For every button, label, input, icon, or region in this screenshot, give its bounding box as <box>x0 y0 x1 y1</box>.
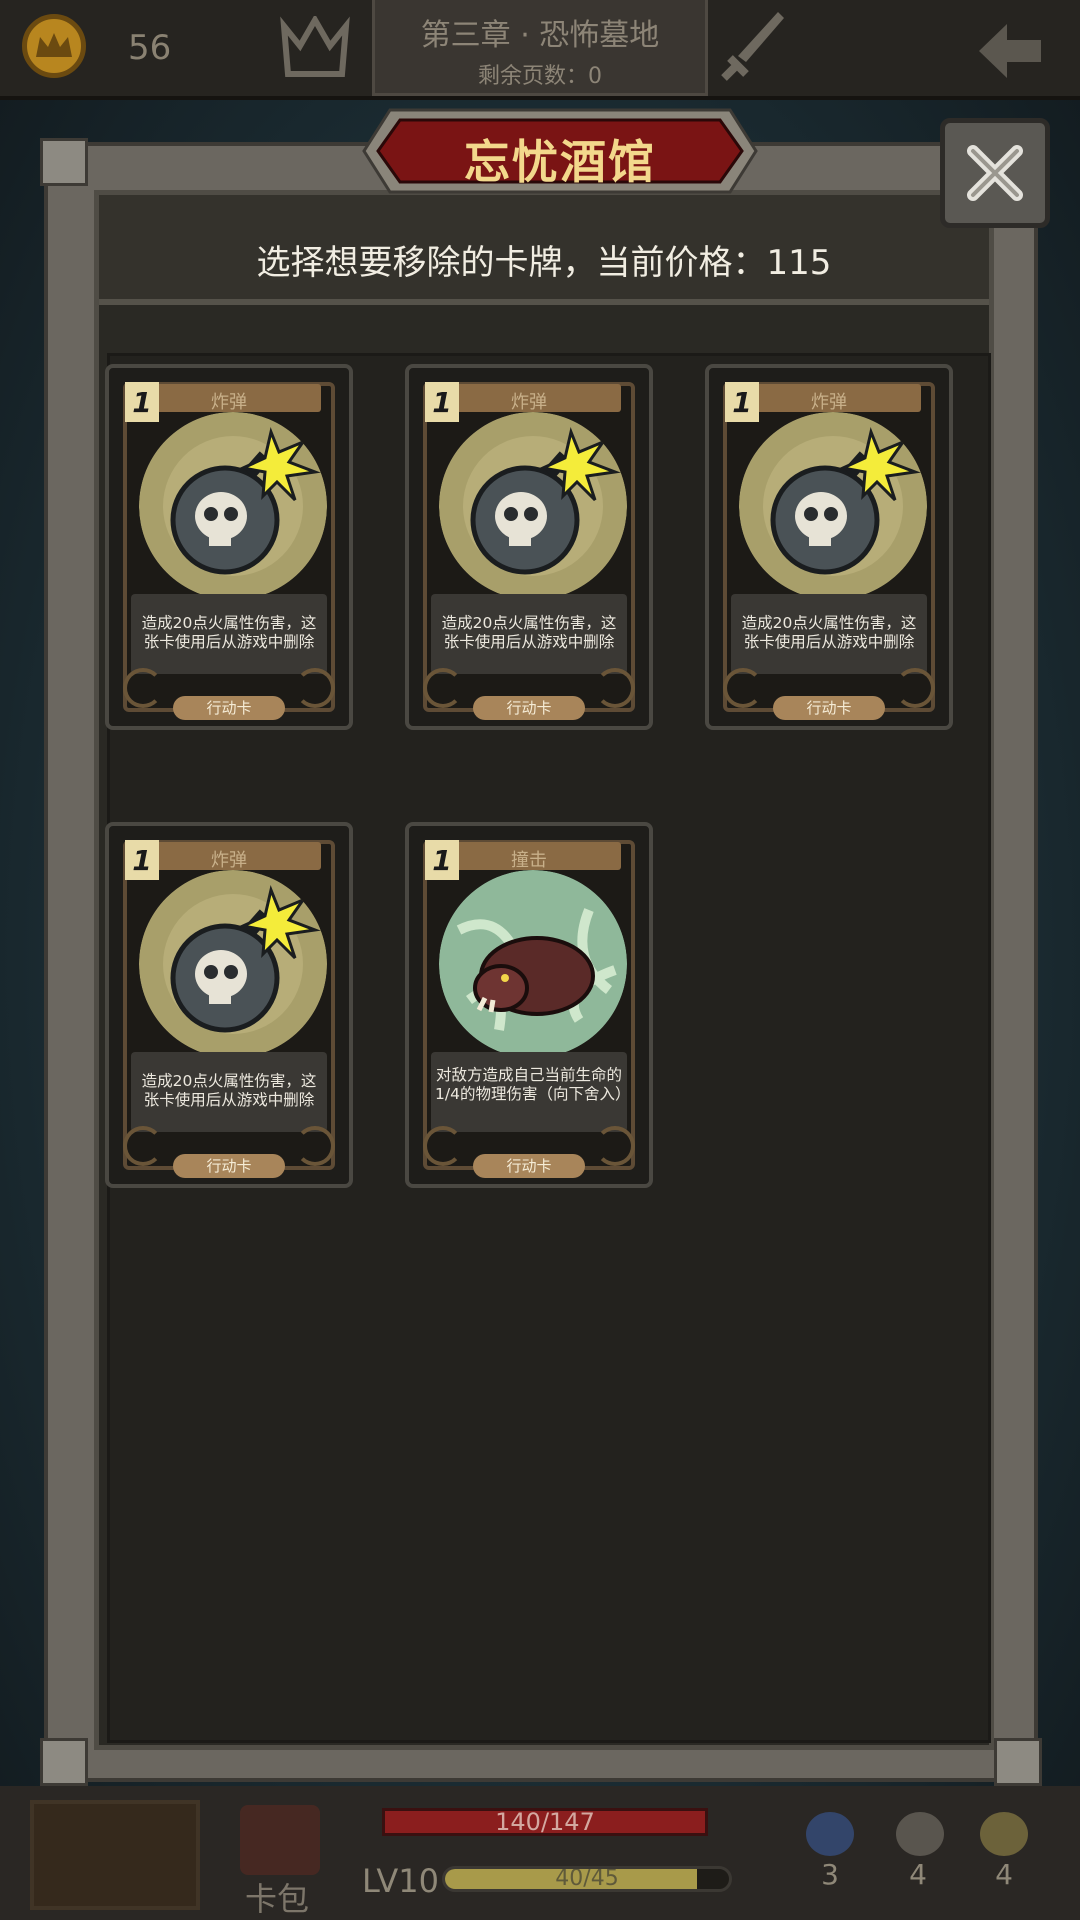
removal-prompt: 选择想要移除的卡牌，当前价格：115 <box>256 243 832 283</box>
card-desc: 造成20点火属性伤害，这张卡使用后从游戏中删除 <box>441 614 617 651</box>
xp-text: 40/45 <box>555 1866 619 1891</box>
back-arrow-icon[interactable] <box>975 18 1045 84</box>
potion-count: 3 <box>821 1858 839 1891</box>
close-icon <box>967 145 1023 201</box>
card-desc-box: 造成20点火属性伤害，这张卡使用后从游戏中删除 <box>731 594 927 674</box>
swirl-ornament-icon <box>295 668 335 708</box>
card-bag-icon[interactable] <box>240 1805 320 1875</box>
cards-count: 4 <box>995 1858 1013 1891</box>
cards-icon[interactable] <box>980 1812 1028 1856</box>
card-desc-box: 造成20点火属性伤害，这张卡使用后从游戏中删除 <box>131 1052 327 1132</box>
card-cost: 1 <box>425 840 459 880</box>
card-charge[interactable]: 撞击 1 对敌方造成自己当前生命的1/4的物理伤害（向下舍入） 行动卡 <box>405 822 653 1188</box>
card-bag-label: 卡包 <box>245 1880 310 1918</box>
coin-count: 56 <box>128 28 172 68</box>
bomb-skull-icon <box>139 870 327 1058</box>
modal-header: 选择想要移除的卡牌，当前价格：115 <box>99 195 989 305</box>
hero-avatar[interactable] <box>30 1800 200 1910</box>
swirl-ornament-icon <box>295 1126 335 1166</box>
title-banner: 忘忧酒馆 <box>360 106 760 196</box>
level-label: LV10 <box>362 1862 439 1900</box>
chapter-title: 第三章 · 恐怖墓地 <box>420 18 660 53</box>
pages-left: 剩余页数：0 <box>478 64 602 89</box>
card-type: 行动卡 <box>773 696 885 720</box>
hp-bar: 140/147 <box>382 1808 708 1836</box>
card-cost: 1 <box>425 382 459 422</box>
game-screen: { "topbar": { "coins": "56", "chapter_ti… <box>0 0 1080 1920</box>
hourglass-icon[interactable] <box>896 1812 944 1856</box>
card-bomb-3[interactable]: 炸弹 1 造成20点火属性伤害，这张卡使用后从游戏中删除 行动卡 <box>705 364 953 730</box>
charging-boar-icon <box>439 870 627 1058</box>
close-button[interactable] <box>940 118 1050 228</box>
potion-icon[interactable] <box>806 1812 854 1856</box>
card-cost: 1 <box>125 382 159 422</box>
bomb-skull-icon <box>739 412 927 600</box>
card-desc-box: 造成20点火属性伤害，这张卡使用后从游戏中删除 <box>131 594 327 674</box>
card-desc: 造成20点火属性伤害，这张卡使用后从游戏中删除 <box>141 614 317 651</box>
modal-title: 忘忧酒馆 <box>464 135 656 189</box>
hourglass-count: 4 <box>909 1858 927 1891</box>
top-bar: 56 第三章 · 恐怖墓地 剩余页数：0 <box>0 0 1080 100</box>
sword-icon[interactable] <box>720 8 790 86</box>
card-desc: 对敌方造成自己当前生命的1/4的物理伤害（向下舍入） <box>435 1066 631 1103</box>
swirl-ornament-icon <box>723 668 763 708</box>
frame-corner <box>994 1738 1042 1786</box>
card-bomb-1[interactable]: 炸弹 1 造成20点火属性伤害，这张卡使用后从游戏中删除 行动卡 <box>105 364 353 730</box>
swirl-ornament-icon <box>123 1126 163 1166</box>
frame-corner <box>40 138 88 186</box>
xp-bar: 40/45 <box>442 1866 732 1892</box>
swirl-ornament-icon <box>595 1126 635 1166</box>
hp-text: 140/147 <box>495 1808 595 1836</box>
card-bomb-2[interactable]: 炸弹 1 造成20点火属性伤害，这张卡使用后从游戏中删除 行动卡 <box>405 364 653 730</box>
card-desc-box: 造成20点火属性伤害，这张卡使用后从游戏中删除 <box>431 594 627 674</box>
card-desc: 造成20点火属性伤害，这张卡使用后从游戏中删除 <box>741 614 917 651</box>
swirl-ornament-icon <box>423 1126 463 1166</box>
chapter-info: 第三章 · 恐怖墓地 剩余页数：0 <box>372 0 708 96</box>
frame-corner <box>40 1738 88 1786</box>
card-bomb-4[interactable]: 炸弹 1 造成20点火属性伤害，这张卡使用后从游戏中删除 行动卡 <box>105 822 353 1188</box>
bomb-skull-icon <box>139 412 327 600</box>
card-type: 行动卡 <box>173 1154 285 1178</box>
bomb-skull-icon <box>439 412 627 600</box>
card-type: 行动卡 <box>473 1154 585 1178</box>
swirl-ornament-icon <box>423 668 463 708</box>
card-cost: 1 <box>125 840 159 880</box>
swirl-ornament-icon <box>123 668 163 708</box>
swirl-ornament-icon <box>595 668 635 708</box>
crown-coin-icon <box>22 14 86 78</box>
card-type: 行动卡 <box>173 696 285 720</box>
card-desc-box: 对敌方造成自己当前生命的1/4的物理伤害（向下舍入） <box>431 1052 631 1132</box>
card-desc: 造成20点火属性伤害，这张卡使用后从游戏中删除 <box>141 1072 317 1109</box>
card-cost: 1 <box>725 382 759 422</box>
crown-icon[interactable] <box>280 13 350 82</box>
swirl-ornament-icon <box>895 668 935 708</box>
card-type: 行动卡 <box>473 696 585 720</box>
